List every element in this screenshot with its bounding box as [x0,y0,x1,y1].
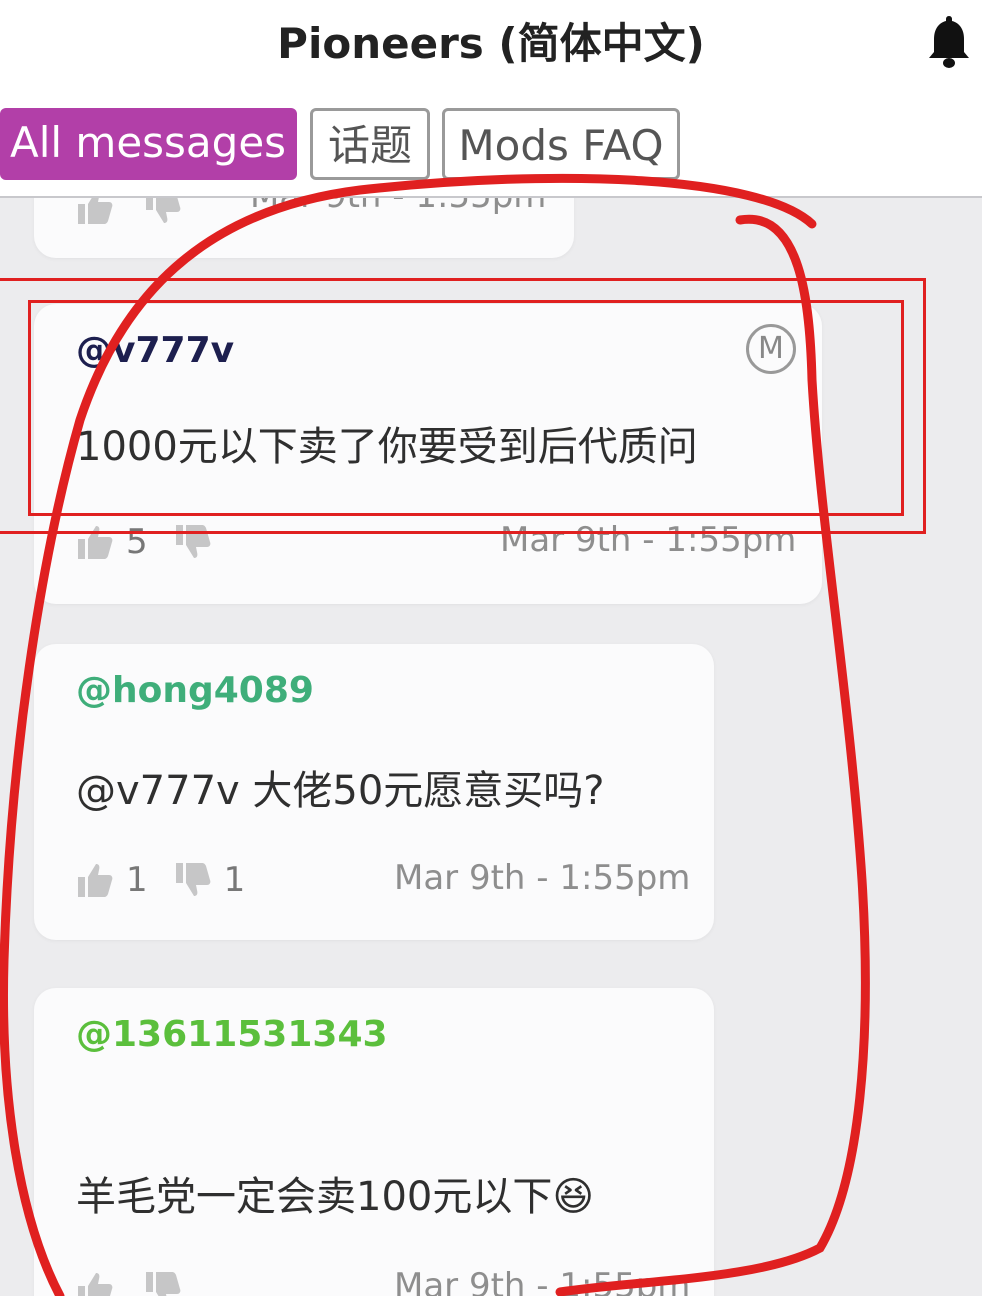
thumbs-down-icon[interactable] [144,198,182,226]
message-card: @v777v M 1000元以下卖了你要受到后代质问 5 Mar 9th - 1… [34,304,822,604]
timestamp: Mar 9th - 1:55pm [500,520,797,560]
thumbs-down-icon[interactable] [174,523,212,561]
bell-icon[interactable] [926,12,972,70]
moderator-badge-icon: M [746,324,796,374]
page-title: Pioneers (简体中文) [277,19,705,68]
message-card: Mar 9th - 1:55pm [34,198,574,258]
message-card: @13611531343 羊毛党一定会卖100元以下😆 Mar 9th - 1:… [34,988,714,1296]
message-text: @v777v 大佬50元愿意买吗? [76,768,605,814]
reaction-row: 5 [76,522,212,562]
thumbs-up-icon[interactable] [76,198,114,226]
thumbs-up-icon[interactable] [76,861,114,899]
reaction-row [76,1270,182,1296]
thumbs-down-icon[interactable] [144,1270,182,1296]
message-text: 羊毛党一定会卖100元以下😆 [76,1164,594,1222]
message-text: 1000元以下卖了你要受到后代质问 [76,424,698,470]
message-text-content: 羊毛党一定会卖100元以下 [76,1174,553,1220]
thumbs-up-icon[interactable] [76,523,114,561]
reaction-row [76,198,182,226]
reaction-row: 1 1 [76,860,271,900]
message-card: @hong4089 @v777v 大佬50元愿意买吗? 1 1 Mar 9th … [34,644,714,940]
thumbs-down-icon[interactable] [174,861,212,899]
laughing-emoji-icon: 😆 [552,1174,595,1220]
message-author[interactable]: @hong4089 [76,670,314,711]
thumbs-up-icon[interactable] [76,1270,114,1296]
like-count: 1 [126,860,148,900]
tab-topics[interactable]: 话题 [310,108,430,180]
message-feed[interactable]: Mar 9th - 1:55pm @v777v M 1000元以下卖了你要受到后… [0,198,982,1296]
timestamp: Mar 9th - 1:55pm [394,1266,691,1296]
app-header: Pioneers (简体中文) All messages 话题 Mods FAQ [0,0,982,198]
timestamp: Mar 9th - 1:55pm [250,198,546,216]
timestamp: Mar 9th - 1:55pm [394,858,691,898]
tab-mods-faq[interactable]: Mods FAQ [442,108,680,180]
message-author[interactable]: @v777v [76,330,234,371]
dislike-count: 1 [223,860,246,900]
message-author[interactable]: @13611531343 [76,1014,388,1055]
like-count: 5 [126,522,148,562]
tab-all-messages[interactable]: All messages [0,108,297,180]
